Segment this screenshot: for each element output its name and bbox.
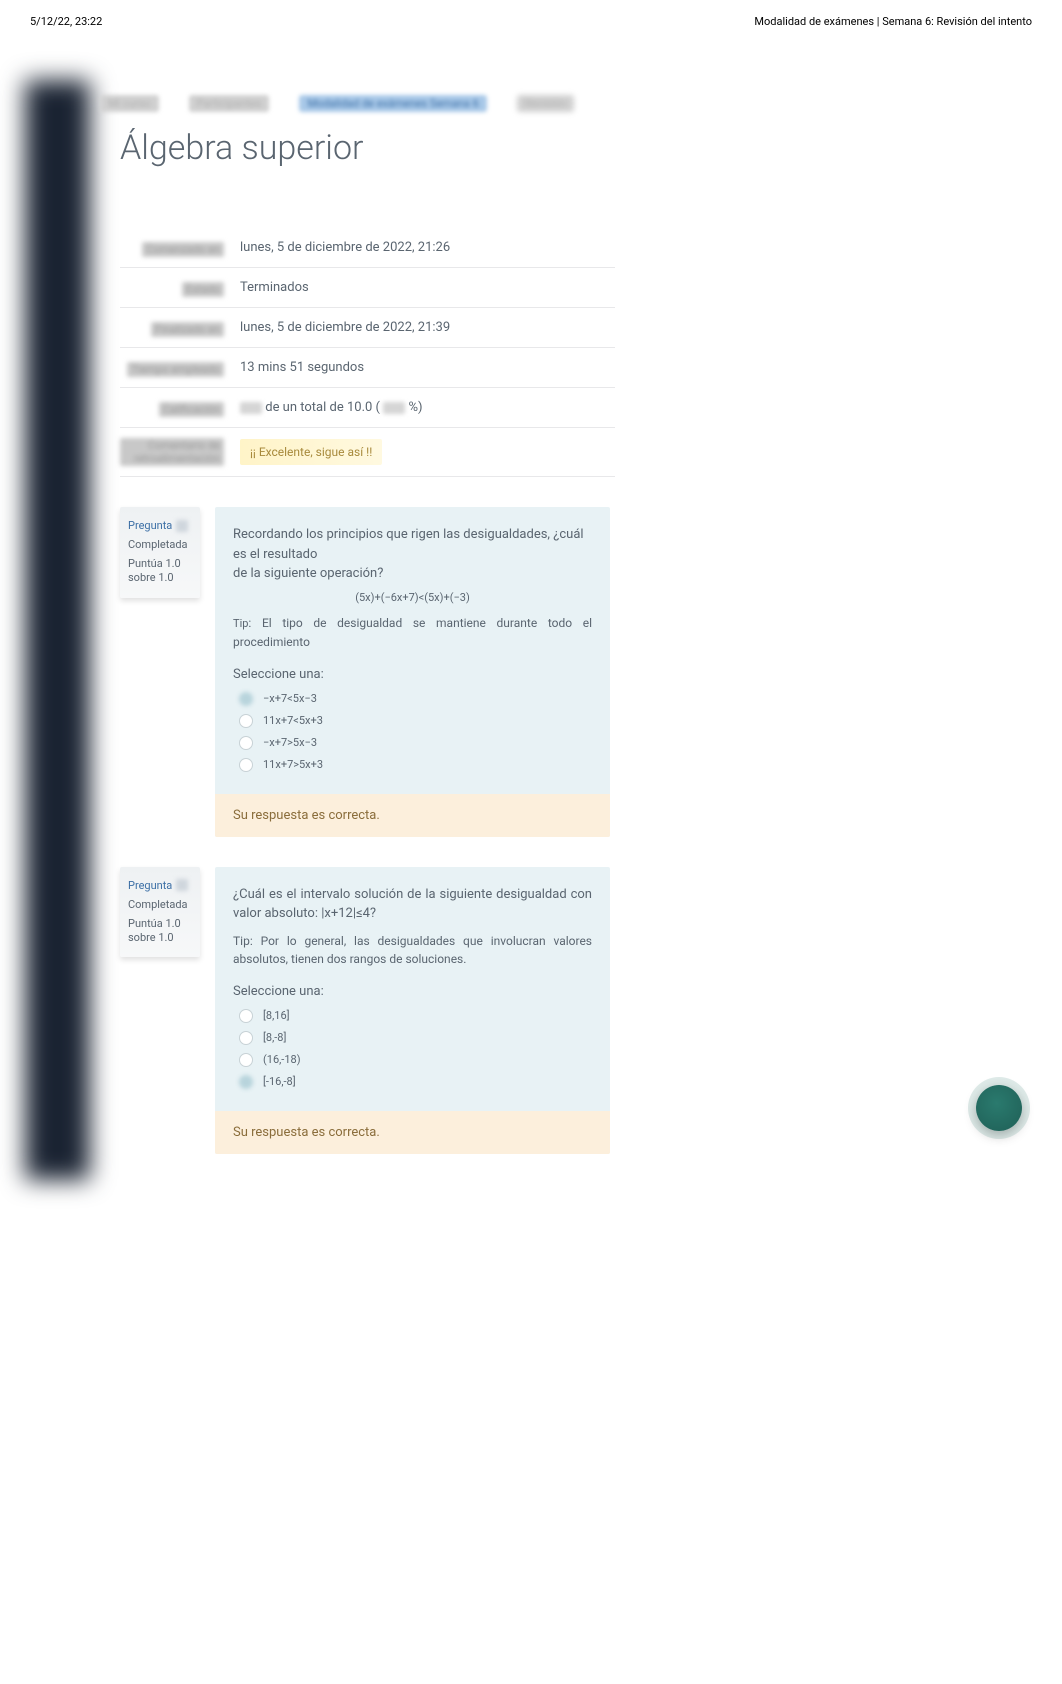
summary-value: lunes, 5 de diciembre de 2022, 21:26 bbox=[232, 228, 615, 268]
radio-icon[interactable] bbox=[239, 1009, 253, 1023]
summary-label: Comentario de retroalimentación bbox=[120, 438, 224, 466]
summary-label: Calificación bbox=[159, 402, 224, 417]
option-row[interactable]: −x+7<5x−3 bbox=[233, 692, 592, 706]
select-label: Seleccione una: bbox=[233, 984, 592, 999]
attempt-summary-table: Comenzado en lunes, 5 de diciembre de 20… bbox=[120, 228, 615, 477]
question-label: Pregunta bbox=[128, 519, 172, 532]
tip-text: : El tipo de desigualdad se mantiene dur… bbox=[233, 616, 592, 649]
option-text: 11x+7<5x+3 bbox=[263, 714, 323, 727]
question-body: ¿Cuál es el intervalo solución de la sig… bbox=[215, 867, 610, 1154]
question-grade: Puntúa 1.0 sobre 1.0 bbox=[128, 917, 192, 946]
question-body: Recordando los principios que rigen las … bbox=[215, 507, 610, 837]
option-text: −x+7>5x−3 bbox=[263, 736, 317, 749]
correct-banner: Su respuesta es correcta. bbox=[215, 794, 610, 837]
option-text: [-16,-8] bbox=[263, 1075, 296, 1088]
summary-label: Comenzado en bbox=[142, 242, 224, 257]
feedback-text: ¡¡ Excelente, sigue así !! bbox=[240, 439, 382, 465]
question-formula: (5x)+(−6x+7)<(5x)+(−3) bbox=[233, 590, 592, 607]
grade-value-hidden bbox=[240, 402, 262, 414]
question-state: Completada bbox=[128, 898, 192, 911]
radio-icon[interactable] bbox=[239, 736, 253, 750]
question-info: Pregunta Completada Puntúa 1.0 sobre 1.0 bbox=[120, 507, 200, 598]
summary-value: 13 mins 51 segundos bbox=[232, 348, 615, 388]
summary-grade: de un total de 10.0 ( %) bbox=[232, 388, 615, 428]
option-text: [8,16] bbox=[263, 1009, 290, 1022]
radio-icon[interactable] bbox=[239, 692, 253, 706]
radio-icon[interactable] bbox=[239, 1031, 253, 1045]
option-row[interactable]: −x+7>5x−3 bbox=[233, 736, 592, 750]
summary-row: Finalizado en lunes, 5 de diciembre de 2… bbox=[120, 308, 615, 348]
print-header: 5/12/22, 23:22 Modalidad de exámenes | S… bbox=[0, 0, 1062, 38]
print-title: Modalidad de exámenes | Semana 6: Revisi… bbox=[754, 15, 1032, 28]
sidebar bbox=[25, 80, 90, 1180]
option-row[interactable]: [8,16] bbox=[233, 1009, 592, 1023]
radio-icon[interactable] bbox=[239, 758, 253, 772]
option-row[interactable]: (16,-18) bbox=[233, 1053, 592, 1067]
summary-label: Finalizado en bbox=[151, 322, 224, 337]
option-row[interactable]: 11x+7<5x+3 bbox=[233, 714, 592, 728]
correct-banner: Su respuesta es correcta. bbox=[215, 1111, 610, 1154]
question-info: Pregunta Completada Puntúa 1.0 sobre 1.0 bbox=[120, 867, 200, 958]
main-content: Álgebra superior Comenzado en lunes, 5 d… bbox=[120, 38, 1022, 1154]
summary-label: Estado bbox=[182, 282, 224, 297]
tip-text: Tip: Por lo general, las desigualdades q… bbox=[233, 932, 592, 968]
question-grade: Puntúa 1.0 sobre 1.0 bbox=[128, 557, 192, 586]
question-row: Pregunta Completada Puntúa 1.0 sobre 1.0… bbox=[120, 867, 1022, 1154]
radio-icon[interactable] bbox=[239, 1053, 253, 1067]
radio-icon[interactable] bbox=[239, 714, 253, 728]
question-row: Pregunta Completada Puntúa 1.0 sobre 1.0… bbox=[120, 507, 1022, 837]
option-row[interactable]: 11x+7>5x+3 bbox=[233, 758, 592, 772]
option-text: [8,-8] bbox=[263, 1031, 286, 1044]
question-number-hidden bbox=[176, 879, 188, 891]
summary-row: Estado Terminados bbox=[120, 268, 615, 308]
option-text: −x+7<5x−3 bbox=[263, 692, 317, 705]
page-title: Álgebra superior bbox=[120, 128, 1022, 168]
option-row[interactable]: [-16,-8] bbox=[233, 1075, 592, 1089]
question-number-hidden bbox=[176, 520, 188, 532]
question-state: Completada bbox=[128, 538, 192, 551]
summary-row: Comenzado en lunes, 5 de diciembre de 20… bbox=[120, 228, 615, 268]
select-label: Seleccione una: bbox=[233, 667, 592, 682]
print-timestamp: 5/12/22, 23:22 bbox=[30, 15, 102, 28]
question-text: de la siguiente operación? bbox=[233, 564, 592, 584]
option-text: 11x+7>5x+3 bbox=[263, 758, 323, 771]
question-label: Pregunta bbox=[128, 879, 172, 892]
question-text: Recordando los principios que rigen las … bbox=[233, 525, 592, 564]
summary-row-grade: Calificación de un total de 10.0 ( %) bbox=[120, 388, 615, 428]
tip-label: Tip bbox=[233, 617, 248, 630]
grade-percent-hidden bbox=[383, 402, 405, 414]
question-text: ¿Cuál es el intervalo solución de la sig… bbox=[233, 885, 592, 924]
option-text: (16,-18) bbox=[263, 1053, 301, 1066]
summary-value: Terminados bbox=[232, 268, 615, 308]
summary-row-feedback: Comentario de retroalimentación ¡¡ Excel… bbox=[120, 428, 615, 477]
summary-row: Tiempo empleado 13 mins 51 segundos bbox=[120, 348, 615, 388]
option-row[interactable]: [8,-8] bbox=[233, 1031, 592, 1045]
radio-icon[interactable] bbox=[239, 1075, 253, 1089]
summary-label: Tiempo empleado bbox=[127, 362, 224, 377]
summary-value: lunes, 5 de diciembre de 2022, 21:39 bbox=[232, 308, 615, 348]
